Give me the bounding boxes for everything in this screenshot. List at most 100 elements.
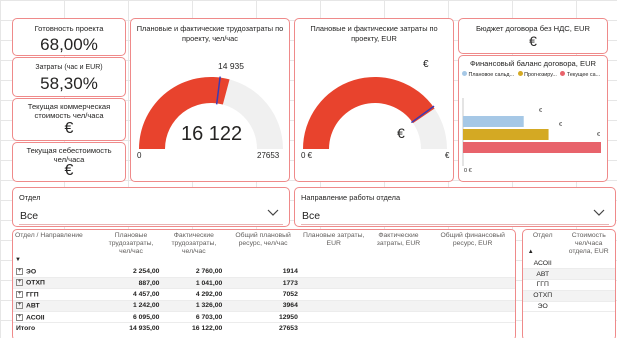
- dept-cost-table: Отдел ▲ Стоимость чел/часа отдела, EUR АС…: [522, 229, 616, 338]
- list-item[interactable]: АВТ: [523, 268, 615, 281]
- row-name-cell: + ЭО: [13, 266, 100, 278]
- col-header-department-label: Отдел / Направление: [15, 232, 83, 239]
- legend-swatch: [560, 71, 566, 76]
- side-col-header-department[interactable]: Отдел ▲: [523, 230, 562, 258]
- cell-plan-hours: 4 457,00: [99, 288, 163, 301]
- chevron-down-icon[interactable]: [266, 205, 280, 219]
- cell-total-hours: 1773: [225, 277, 301, 290]
- gauge-eur-value: €: [397, 125, 405, 141]
- plus-box-icon[interactable]: +: [16, 313, 23, 321]
- side-dept-cost: [562, 268, 615, 281]
- gauge-eur-card: Плановые и фактические затраты по проект…: [294, 18, 454, 182]
- gauge-eur-fill: [303, 77, 435, 149]
- cell-total-hours: 7052: [225, 288, 301, 301]
- side-dept-name: ЭО: [523, 301, 563, 313]
- list-item[interactable]: ОТХП: [523, 290, 615, 302]
- sort-ascending-icon[interactable]: ▲: [528, 248, 534, 256]
- total-row: Итого 14 935,00 16 122,00 27653: [13, 322, 515, 335]
- cell-total-hours: 12950: [225, 311, 301, 324]
- slicer-department-value[interactable]: Все: [20, 210, 38, 222]
- cell-fact-hours: 1 041,00: [162, 277, 226, 290]
- chart-legend: Плановое сальд... Прогнозиру... Текущее …: [462, 71, 608, 78]
- col-header-plan-eur[interactable]: Плановые затраты, EUR: [301, 230, 367, 266]
- side-dept-name: АВТ: [523, 268, 563, 281]
- gauge-hours-card: Плановые и фактические трудозатраты по п…: [130, 18, 290, 182]
- cell-total-hours: 1914: [225, 266, 301, 278]
- gauge-eur-min-label: 0 €: [301, 151, 313, 160]
- row-name: АСОII: [26, 313, 45, 321]
- gauge-eur-max-label: €: [445, 151, 450, 160]
- balance-bar-chart: [462, 98, 601, 166]
- row-name: ГГП: [26, 291, 39, 299]
- matrix-table: Отдел / Направление ▼ Плановые трудозатра…: [13, 230, 515, 335]
- table-row[interactable]: + ОТХП 887,00 1 041,00 1773: [13, 277, 515, 290]
- col-header-fact-hours[interactable]: Фактические трудозатраты, чел/час: [162, 230, 225, 266]
- plus-box-icon[interactable]: +: [16, 290, 23, 298]
- cell-total-eur: [430, 288, 515, 301]
- bar-2[interactable]: [463, 142, 601, 153]
- cell-plan-hours: 6 095,00: [99, 311, 163, 324]
- list-item[interactable]: ЭО: [523, 301, 615, 313]
- kpi-commercial-card: Текущая коммерческая стоимость чел/часа …: [12, 98, 126, 141]
- row-name: ЭО: [26, 268, 37, 276]
- side-dept-cost: [562, 279, 615, 291]
- plus-box-icon[interactable]: +: [16, 267, 23, 275]
- gauge-hours-min-label: 0: [137, 151, 142, 160]
- col-header-total-eur[interactable]: Общий финансовый ресурс, EUR: [430, 230, 515, 266]
- slicer-direction-value[interactable]: Все: [302, 210, 320, 222]
- total-total-hours: 27653: [225, 322, 301, 335]
- budget-card: Бюджет договора без НДС, EUR €: [458, 18, 608, 54]
- bar-label-planned: €: [539, 108, 543, 114]
- table-row[interactable]: + АВТ 1 242,00 1 326,00 3964: [13, 300, 515, 313]
- kpi-readiness-card: Готовность проекта 68,00%: [12, 18, 126, 56]
- chevron-down-icon[interactable]: [592, 205, 606, 219]
- cell-fact-eur: [366, 266, 431, 278]
- bar-label-current: €: [597, 132, 601, 138]
- slicer-direction[interactable]: Направление работы отдела Все: [294, 187, 616, 227]
- slicer-department[interactable]: Отдел Все: [12, 187, 290, 227]
- total-fact-hours: 16 122,00: [162, 322, 226, 335]
- kpi-costs-card: Затраты (час и EUR) 58,30%: [12, 57, 126, 97]
- col-header-plan-hours[interactable]: Плановые трудозатраты, чел/час: [100, 230, 163, 266]
- list-item[interactable]: АСОII: [523, 258, 615, 270]
- row-name-cell: + ОТХП: [13, 277, 100, 290]
- kpi-selfcost-value: €: [64, 162, 74, 179]
- table-row[interactable]: + ЭО 2 254,00 2 760,00 1914: [13, 266, 515, 278]
- main-matrix: Отдел / Направление ▼ Плановые трудозатра…: [12, 229, 516, 338]
- bar-0[interactable]: [463, 116, 524, 127]
- total-total-eur: [430, 322, 515, 335]
- side-dept-cost: [562, 258, 615, 270]
- col-header-total-hours[interactable]: Общий плановый ресурс, чел/час: [225, 230, 301, 266]
- side-dept-cost: [562, 301, 615, 313]
- list-item[interactable]: ГГП: [523, 279, 615, 291]
- bar-1[interactable]: [463, 129, 549, 140]
- plus-box-icon[interactable]: +: [16, 302, 23, 310]
- side-dept-name: АСОII: [523, 258, 563, 270]
- dept-cost-grid: Отдел ▲ Стоимость чел/часа отдела, EUR АС…: [523, 230, 615, 313]
- sort-ascending-icon[interactable]: ▼: [15, 256, 21, 264]
- total-plan-hours: 14 935,00: [99, 322, 163, 335]
- slicer-underline: [301, 224, 609, 225]
- gauge-hours-target-label: 14 935: [218, 61, 244, 71]
- table-row[interactable]: + ГГП 4 457,00 4 292,00 7052: [13, 288, 515, 301]
- kpi-commercial-title: Текущая коммерческая стоимость чел/часа: [27, 102, 111, 120]
- cell-fact-eur: [366, 300, 431, 313]
- bar-label-forecast: €: [559, 122, 563, 128]
- slicer-department-title: Отдел: [19, 193, 41, 202]
- col-header-department[interactable]: Отдел / Направление ▼: [13, 230, 100, 266]
- cell-fact-hours: 1 326,00: [162, 300, 226, 313]
- side-dept-name: ОТХП: [523, 290, 563, 302]
- chart-axis-label: 0 €: [464, 168, 472, 174]
- row-name: АВТ: [26, 302, 40, 310]
- side-dept-cost: [562, 290, 615, 302]
- col-header-fact-eur[interactable]: Фактические затраты, EUR: [367, 230, 431, 266]
- cell-fact-hours: 4 292,00: [162, 288, 226, 301]
- cell-total-eur: [430, 266, 515, 278]
- cell-total-eur: [430, 277, 515, 290]
- legend-swatch: [517, 71, 523, 76]
- plus-box-icon[interactable]: +: [16, 279, 23, 287]
- table-row[interactable]: + АСОII 6 095,00 6 703,00 12950: [13, 311, 515, 324]
- side-col-header-cost[interactable]: Стоимость чел/часа отдела, EUR: [562, 230, 615, 258]
- kpi-costs-title: Затраты (час и EUR): [35, 64, 103, 71]
- side-header-row: Отдел ▲ Стоимость чел/часа отдела, EUR: [523, 230, 615, 258]
